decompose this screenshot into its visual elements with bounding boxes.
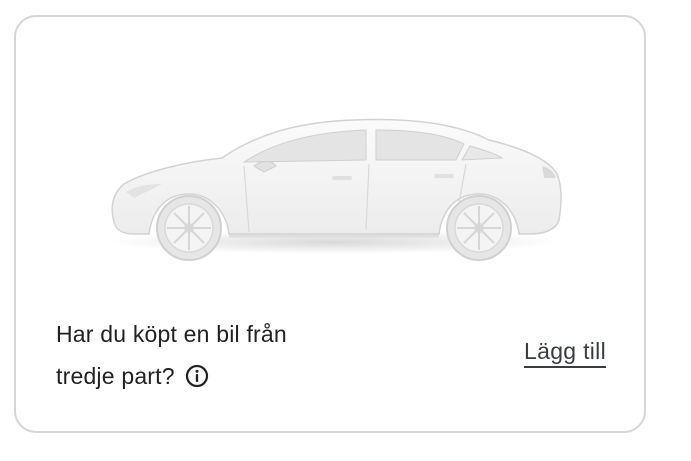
question-line-1: Har du köpt en bil från: [56, 321, 287, 347]
question-line-2-text: tredje part?: [56, 363, 175, 389]
third-party-question: Har du köpt en bil från tredje part?: [56, 313, 386, 397]
add-third-party-car-card: Har du köpt en bil från tredje part? Läg…: [14, 15, 646, 433]
add-car-link[interactable]: Lägg till: [524, 337, 606, 368]
car-image: [104, 102, 564, 262]
info-icon[interactable]: [185, 359, 209, 388]
question-line-2: tredje part?: [56, 355, 386, 397]
